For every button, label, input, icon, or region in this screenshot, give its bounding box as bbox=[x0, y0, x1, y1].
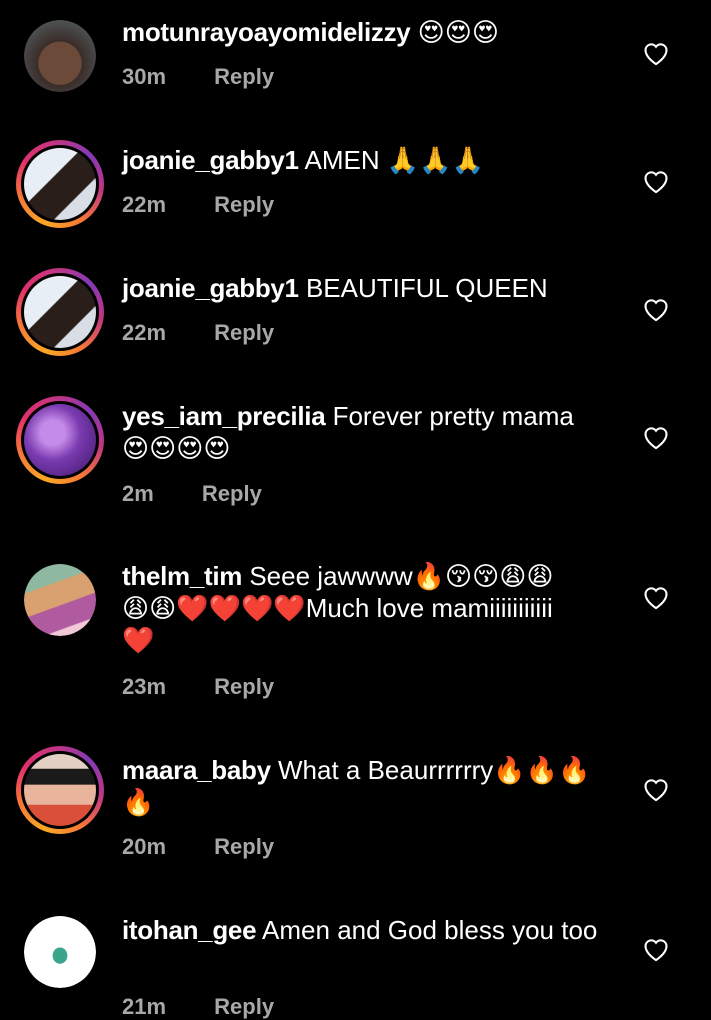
reply-button[interactable]: Reply bbox=[214, 674, 274, 700]
comment-emoji: ❤️ bbox=[122, 625, 155, 655]
comment-emoji: 🔥🔥🔥 bbox=[493, 755, 591, 785]
comment-time: 30m bbox=[122, 64, 167, 89]
comment-text: Amen and God bless you too bbox=[262, 915, 598, 945]
comment-username[interactable]: motunrayoayomidelizzy bbox=[122, 17, 411, 47]
avatar[interactable] bbox=[16, 268, 104, 356]
comment-text: What a Beaurrrrrry bbox=[278, 755, 494, 785]
comment-username[interactable]: joanie_gabby1 bbox=[122, 273, 299, 303]
avatar[interactable] bbox=[24, 564, 96, 636]
comment-time: 23m bbox=[122, 674, 167, 699]
reply-button[interactable]: Reply bbox=[214, 64, 274, 90]
comment-emoji: 😩😩❤️❤️❤️❤️ bbox=[122, 593, 306, 623]
comment-time: 20m bbox=[122, 834, 167, 859]
avatar[interactable] bbox=[16, 396, 104, 484]
comment-text: BEAUTIFUL QUEEN bbox=[305, 273, 548, 303]
comment-text: AMEN bbox=[304, 145, 380, 175]
comment-username[interactable]: yes_iam_precilia bbox=[122, 401, 326, 431]
comment-username[interactable]: maara_baby bbox=[122, 755, 271, 785]
reply-button[interactable]: Reply bbox=[214, 994, 274, 1020]
heart-outline-icon[interactable] bbox=[642, 424, 670, 450]
reply-button[interactable]: Reply bbox=[214, 192, 274, 218]
comment-username[interactable]: joanie_gabby1 bbox=[122, 145, 299, 175]
comment-emoji: 🔥😚😚😩😩 bbox=[412, 561, 554, 591]
reply-button[interactable]: Reply bbox=[202, 481, 262, 507]
comment-username[interactable]: itohan_gee bbox=[122, 915, 257, 945]
comment-text: Seee jawwww bbox=[249, 561, 413, 591]
avatar[interactable] bbox=[16, 140, 104, 228]
avatar[interactable] bbox=[24, 20, 96, 92]
comment-time: 21m bbox=[122, 994, 167, 1019]
heart-outline-icon[interactable] bbox=[642, 584, 670, 610]
heart-outline-icon[interactable] bbox=[642, 168, 670, 194]
comment-username[interactable]: thelm_tim bbox=[122, 561, 242, 591]
comment-text: Forever pretty mama bbox=[332, 401, 574, 431]
comment-time: 22m bbox=[122, 320, 167, 345]
reply-button[interactable]: Reply bbox=[214, 834, 274, 860]
comment-emoji: 😍😍😍😍 bbox=[122, 433, 231, 463]
avatar[interactable] bbox=[24, 916, 96, 988]
heart-outline-icon[interactable] bbox=[642, 936, 670, 962]
heart-outline-icon[interactable] bbox=[642, 40, 670, 66]
comment-emoji: 🔥 bbox=[122, 787, 155, 817]
comment-emoji: 😍😍😍 bbox=[417, 17, 499, 47]
comment-text: Much love mamiiiiiiiiiii bbox=[305, 593, 553, 623]
heart-outline-icon[interactable] bbox=[642, 776, 670, 802]
avatar[interactable] bbox=[16, 746, 104, 834]
comment-time: 22m bbox=[122, 192, 167, 217]
comment-time: 2m bbox=[122, 481, 154, 506]
heart-outline-icon[interactable] bbox=[642, 296, 670, 322]
reply-button[interactable]: Reply bbox=[214, 320, 274, 346]
comment-emoji: 🙏🙏🙏 bbox=[386, 145, 484, 175]
